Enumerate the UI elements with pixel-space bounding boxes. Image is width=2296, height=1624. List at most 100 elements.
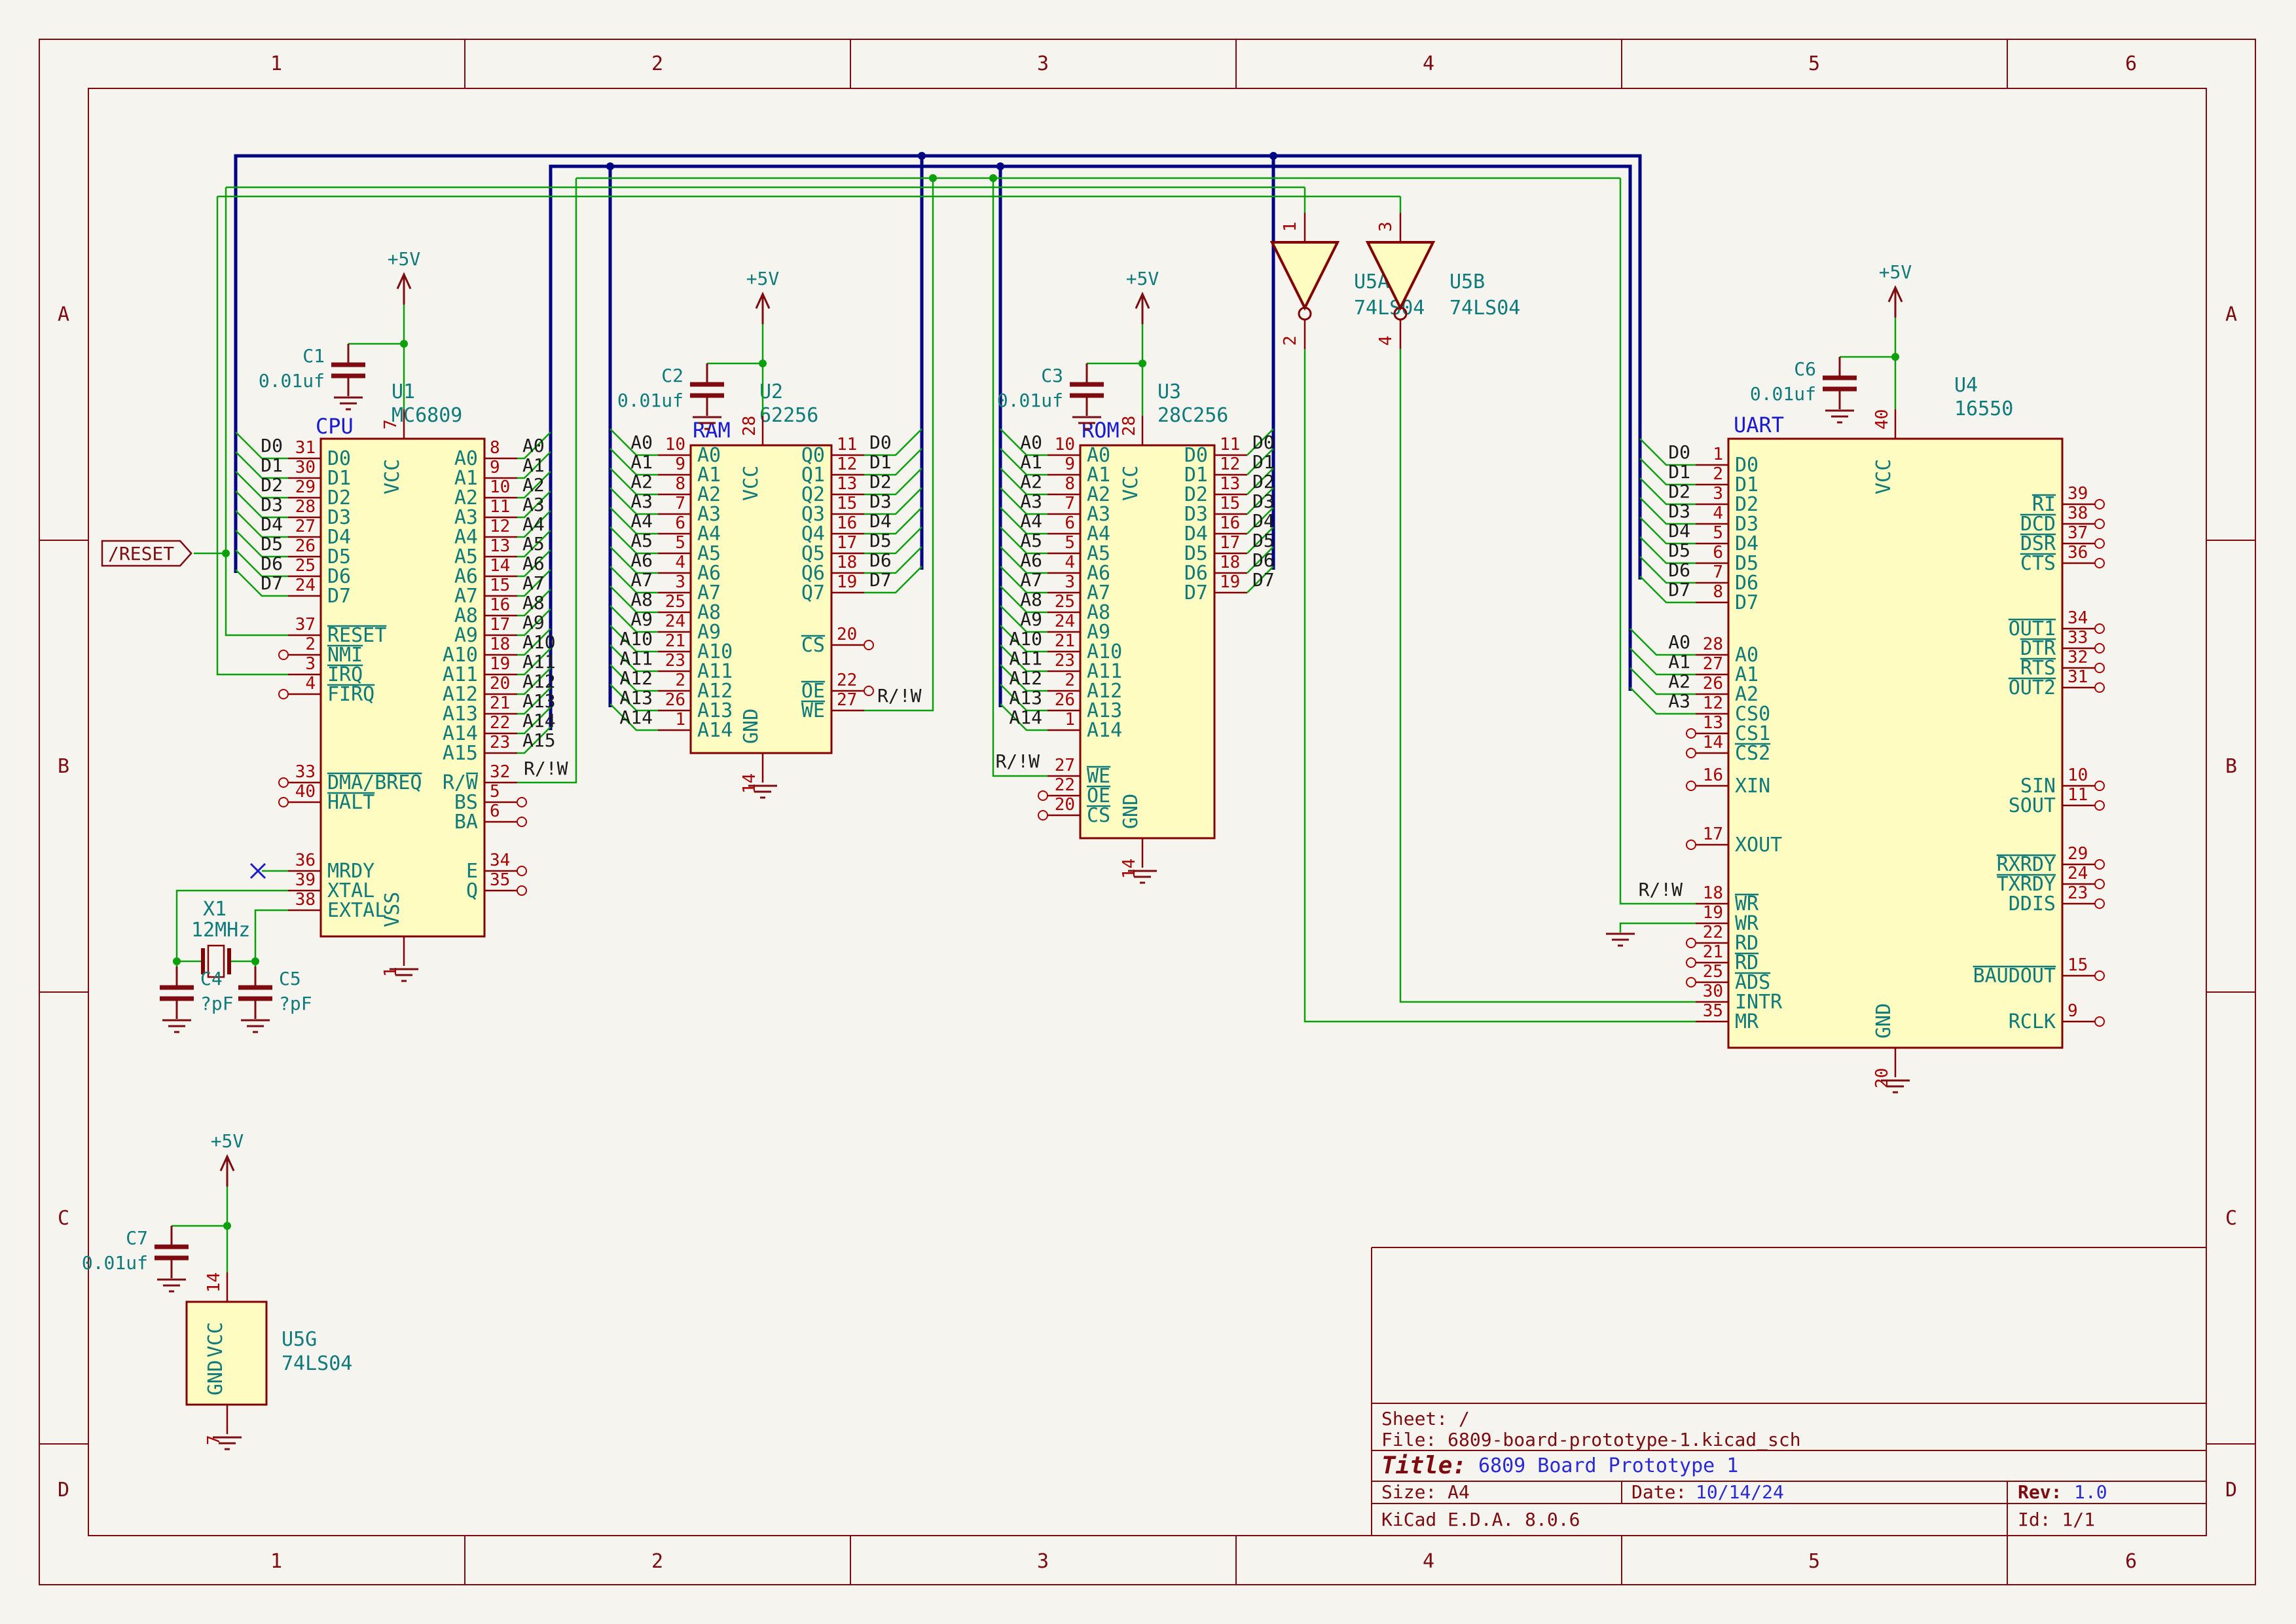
- net-label[interactable]: D0: [869, 432, 892, 453]
- net-label[interactable]: A7: [1020, 569, 1042, 591]
- net-label[interactable]: D3: [261, 494, 283, 515]
- net-label[interactable]: A12: [1009, 667, 1042, 689]
- net-label[interactable]: A12: [619, 667, 653, 689]
- net-label[interactable]: A4: [522, 513, 545, 535]
- net-label[interactable]: A4: [630, 510, 653, 532]
- ic-value[interactable]: 62256: [759, 404, 818, 427]
- net-label[interactable]: A9: [522, 612, 545, 633]
- inverter-ref[interactable]: U5B: [1449, 270, 1485, 293]
- net-label[interactable]: A0: [1668, 631, 1690, 653]
- net-label[interactable]: A8: [1020, 589, 1042, 610]
- net-label[interactable]: A10: [522, 631, 556, 653]
- net-label[interactable]: D7: [869, 569, 892, 591]
- ic-reference[interactable]: U5G: [282, 1328, 317, 1351]
- net-label[interactable]: A3: [1020, 490, 1042, 512]
- net-label[interactable]: D0: [261, 435, 283, 456]
- schematic-canvas[interactable]: 112233445566AABBCCDDSheet: /File: 6809-b…: [0, 0, 2296, 1624]
- net-label[interactable]: D1: [1668, 461, 1690, 483]
- net-label[interactable]: A6: [630, 549, 653, 571]
- inverter-value[interactable]: 74LS04: [1449, 297, 1520, 320]
- net-label[interactable]: D1: [869, 451, 892, 473]
- net-label[interactable]: D7: [1252, 569, 1275, 591]
- net-label[interactable]: D0: [1668, 441, 1690, 463]
- ic-function-label[interactable]: ROM: [1082, 418, 1120, 443]
- net-label[interactable]: D3: [869, 490, 892, 512]
- net-label-rw[interactable]: R/!W: [524, 758, 568, 779]
- net-label[interactable]: D2: [261, 474, 283, 496]
- ic-value[interactable]: MC6809: [392, 404, 462, 427]
- titleblock-date-value[interactable]: 10/14/24: [1696, 1481, 1784, 1503]
- net-label[interactable]: D4: [261, 513, 283, 535]
- net-label[interactable]: A14: [619, 707, 653, 728]
- net-label[interactable]: D2: [1668, 481, 1690, 502]
- net-label[interactable]: A2: [1020, 471, 1042, 492]
- ic-reference[interactable]: U3: [1157, 380, 1181, 403]
- net-label[interactable]: A9: [1020, 608, 1042, 630]
- net-label[interactable]: A0: [630, 432, 653, 453]
- net-label[interactable]: A4: [1020, 510, 1042, 532]
- crystal-ref[interactable]: X1: [203, 898, 227, 921]
- net-label[interactable]: A8: [522, 592, 545, 614]
- net-label[interactable]: A5: [1020, 530, 1042, 551]
- ic-function-label[interactable]: RAM: [693, 418, 731, 443]
- net-label[interactable]: A0: [522, 435, 545, 456]
- global-label-text[interactable]: /RESET: [108, 543, 174, 564]
- ic-function-label[interactable]: CPU: [316, 414, 354, 439]
- net-label[interactable]: D6: [1668, 559, 1690, 581]
- net-label[interactable]: A3: [522, 494, 545, 515]
- net-label[interactable]: A15: [522, 729, 556, 751]
- net-label[interactable]: A7: [522, 572, 545, 594]
- wire-uart-wr19-gnd[interactable]: [1620, 923, 1696, 932]
- net-label[interactable]: D4: [869, 510, 892, 532]
- net-label[interactable]: A13: [619, 687, 653, 709]
- net-label[interactable]: A1: [522, 454, 545, 476]
- net-label[interactable]: A0: [1020, 432, 1042, 453]
- net-label[interactable]: A6: [522, 553, 545, 574]
- net-label[interactable]: D6: [261, 553, 283, 574]
- net-label[interactable]: D7: [261, 572, 283, 594]
- crystal-value[interactable]: 12MHz: [191, 919, 250, 942]
- net-label[interactable]: D2: [869, 471, 892, 492]
- net-label-rw[interactable]: R/!W: [877, 685, 922, 707]
- net-label[interactable]: D6: [869, 549, 892, 571]
- net-label-rw[interactable]: R/!W: [996, 750, 1040, 772]
- ic-value[interactable]: 74LS04: [282, 1352, 352, 1375]
- net-label[interactable]: A10: [1009, 628, 1042, 650]
- net-label[interactable]: A13: [1009, 687, 1042, 709]
- net-label[interactable]: D5: [1668, 540, 1690, 561]
- net-label[interactable]: A1: [630, 451, 653, 473]
- net-label[interactable]: D5: [869, 530, 892, 551]
- net-label[interactable]: A13: [522, 690, 556, 712]
- net-label[interactable]: A7: [630, 569, 653, 591]
- net-label-rw[interactable]: R/!W: [1639, 879, 1683, 900]
- net-label[interactable]: A1: [1668, 651, 1690, 673]
- wire-u5a-out-to-mr[interactable]: [1305, 349, 1696, 1022]
- net-label[interactable]: A10: [619, 628, 653, 650]
- net-label[interactable]: A2: [522, 474, 545, 496]
- net-label[interactable]: A11: [522, 651, 556, 673]
- net-label[interactable]: A2: [1668, 671, 1690, 692]
- net-label[interactable]: A11: [1009, 648, 1042, 669]
- net-label[interactable]: A14: [522, 710, 556, 731]
- ic-function-label[interactable]: UART: [1734, 413, 1784, 437]
- net-label[interactable]: A12: [522, 671, 556, 692]
- net-label[interactable]: A5: [630, 530, 653, 551]
- net-label[interactable]: A3: [630, 490, 653, 512]
- ic-value[interactable]: 28C256: [1157, 404, 1228, 427]
- titleblock-rev-value[interactable]: 1.0: [2074, 1481, 2107, 1503]
- net-label[interactable]: A3: [1668, 690, 1690, 712]
- wire-extal-wire[interactable]: [255, 910, 288, 961]
- ic-value[interactable]: 16550: [1954, 397, 2013, 420]
- ic-reference[interactable]: U4: [1954, 374, 1978, 397]
- net-label[interactable]: D7: [1668, 579, 1690, 600]
- net-label[interactable]: A14: [1009, 707, 1042, 728]
- net-label[interactable]: A11: [619, 648, 653, 669]
- net-label[interactable]: D3: [1668, 500, 1690, 522]
- net-label[interactable]: A5: [522, 533, 545, 555]
- net-label[interactable]: D1: [261, 454, 283, 476]
- net-label[interactable]: A1: [1020, 451, 1042, 473]
- net-label[interactable]: A9: [630, 608, 653, 630]
- net-label[interactable]: D5: [261, 533, 283, 555]
- ic-box-uart[interactable]: [1728, 439, 2062, 1048]
- inverter-value[interactable]: 74LS04: [1354, 297, 1425, 320]
